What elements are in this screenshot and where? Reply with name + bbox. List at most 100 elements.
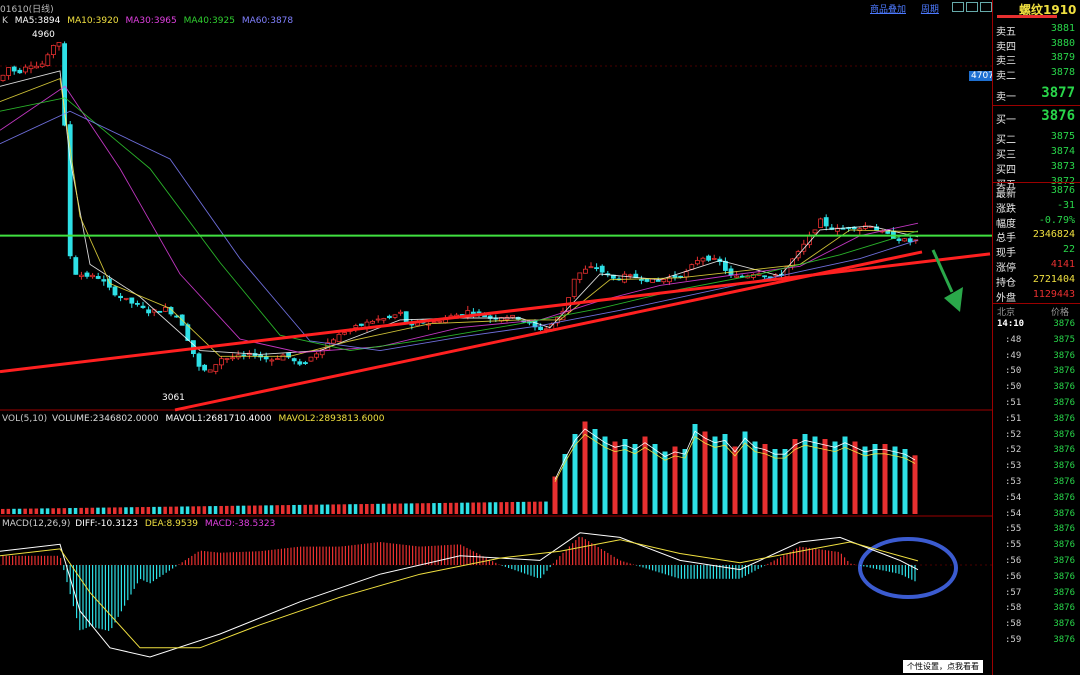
ask-level-label: 卖二	[996, 70, 1016, 82]
bid-level-row: 买一 3876	[993, 107, 1080, 126]
volume-bar	[712, 436, 718, 514]
candle-body	[297, 361, 303, 365]
candle-body	[280, 354, 286, 361]
volume-bar	[337, 504, 341, 514]
stat-label: 涨停	[996, 263, 1016, 274]
ask-level-label: 卖一	[996, 92, 1016, 103]
volume-bar	[370, 503, 375, 514]
volume-bar	[331, 504, 335, 514]
vol-name: VOL(5,10)	[2, 414, 48, 424]
window-button-2[interactable]	[965, 2, 978, 12]
candle-body	[353, 325, 359, 328]
stat-label: 现手	[996, 248, 1016, 260]
volume-bar	[404, 503, 408, 514]
candle-body	[381, 318, 387, 321]
period-link[interactable]: 周期	[921, 5, 939, 15]
candle-body	[823, 217, 829, 227]
volume-bar	[141, 507, 145, 514]
macd-name: MACD(12,26,9)	[2, 519, 71, 529]
ma-legend: K MA5:3894 MA10:3920 MA30:3965 MA40:3925…	[2, 16, 293, 26]
stat-label: 涨跌	[996, 203, 1016, 215]
tick-time: :54	[1005, 508, 1022, 519]
channel-lower-line	[174, 250, 923, 412]
ma-legend-k: K	[2, 16, 8, 26]
candle-body	[56, 42, 62, 47]
volume-bar	[213, 506, 218, 514]
tick-price: 3876	[1053, 603, 1075, 614]
tick-time: :55	[1005, 524, 1022, 535]
window-button-1[interactable]	[951, 2, 964, 12]
volume-bar	[124, 507, 128, 514]
tick-time: :54	[1005, 492, 1022, 503]
volume-bar	[17, 508, 22, 514]
volume-bar	[398, 503, 403, 514]
volume-bar	[544, 501, 548, 514]
volume-bar	[488, 502, 492, 514]
candle-body	[375, 318, 381, 321]
macd-series	[0, 532, 919, 658]
tick-time: :57	[1005, 587, 1022, 598]
candle-body	[627, 274, 633, 277]
volume-bar	[1, 508, 5, 514]
bid-level-value: 3874	[1050, 146, 1075, 157]
volume-bar	[393, 503, 397, 514]
candle-body	[907, 238, 913, 243]
candle-body	[358, 323, 364, 326]
volume-bar	[421, 503, 425, 514]
bid-level-value: 3873	[1050, 161, 1075, 172]
volume-bar	[792, 439, 798, 514]
bid-level-label: 买三	[996, 150, 1016, 161]
bid-level-row: 买二 3875	[993, 130, 1080, 146]
candle-body	[112, 286, 118, 296]
ma30-line	[0, 85, 919, 353]
stat-label: 总手	[996, 233, 1016, 245]
macd-value: MACD:-38.5323	[204, 519, 276, 529]
tick-time: :53	[1005, 477, 1022, 487]
down-arrow-shaft	[931, 249, 954, 293]
volume-bar	[180, 506, 184, 514]
tick-price: 3876	[1053, 366, 1075, 377]
volume-bar	[275, 505, 279, 514]
volume-bar	[163, 506, 167, 514]
volume-bar	[174, 506, 179, 514]
candle-body	[140, 305, 146, 308]
tick-row: :51 3876	[993, 397, 1080, 413]
tick-row: :54 3876	[993, 508, 1080, 524]
candle-body	[392, 314, 398, 318]
candle-body	[202, 364, 208, 371]
volume-bar	[45, 508, 50, 514]
volume-bar	[247, 505, 251, 514]
candle-body	[314, 353, 320, 358]
volume-bar	[612, 441, 618, 514]
tick-row: :57 3876	[993, 587, 1080, 603]
tick-row: :59 3876	[993, 634, 1080, 650]
tick-time: :58	[1005, 603, 1022, 614]
candle-body	[146, 309, 152, 314]
candle-body	[588, 266, 594, 269]
tick-price: 3876	[1053, 524, 1075, 535]
ma10-value: MA10:3920	[67, 16, 119, 26]
stat-value: 22	[1062, 244, 1075, 256]
ma5-line	[0, 70, 919, 355]
candle-body	[6, 67, 11, 76]
ask-level-row: 卖一 3877	[993, 84, 1080, 103]
volume-bar	[292, 504, 296, 514]
volume-bar	[29, 508, 33, 514]
tick-price: 3876	[1053, 508, 1075, 519]
high-annotation: 4960	[32, 30, 55, 40]
volume-bar	[572, 434, 578, 514]
tick-price: 3876	[1053, 492, 1075, 503]
window-button-3[interactable]	[979, 2, 992, 12]
volume-bar	[742, 431, 748, 514]
tick-time: :51	[1005, 413, 1022, 424]
candle-body	[470, 311, 476, 314]
tick-time: :50	[1005, 366, 1022, 377]
stat-row: 现手 22	[993, 243, 1080, 260]
moving-average-lines	[0, 70, 919, 357]
settings-tooltip[interactable]: 个性设置，点我看看	[903, 660, 983, 673]
volume-bar	[57, 508, 61, 514]
tick-row: :49 3876	[993, 350, 1080, 366]
candle-body	[134, 302, 140, 305]
candle-body	[95, 276, 101, 279]
product-overlay-link[interactable]: 商品叠加	[870, 5, 906, 15]
